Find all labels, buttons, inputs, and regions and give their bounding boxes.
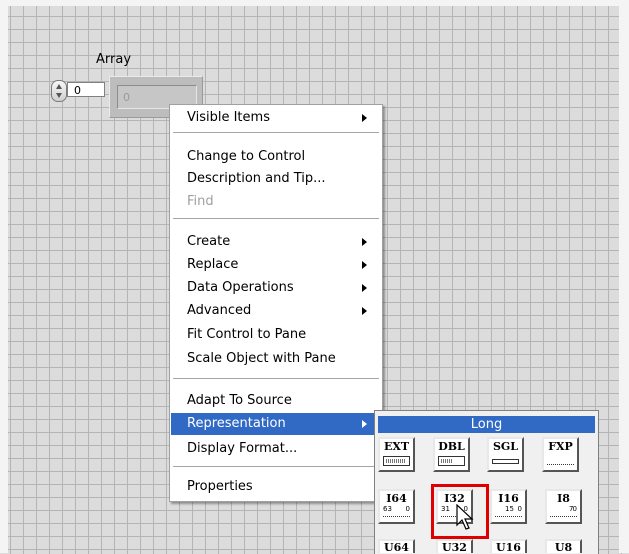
menu-item-label: Create (187, 234, 231, 249)
submenu-arrow-icon (362, 261, 367, 269)
integer-glyph-icon (495, 513, 522, 517)
menu-item-fit-control-to-pane[interactable]: Fit Control to Pane (171, 324, 381, 346)
range-low: 0 (572, 505, 577, 513)
menu-item-label: Properties (187, 479, 253, 494)
representation-fxp-button[interactable]: FXP (542, 437, 579, 472)
window-right-edge (619, 0, 629, 553)
menu-item-label: Replace (187, 257, 239, 272)
tile-label: DBL (438, 440, 465, 453)
menu-separator (173, 218, 379, 219)
context-menu: Visible Items Change to Control Descript… (169, 104, 383, 502)
tile-label: I64 (386, 492, 407, 505)
range-high: 63 (383, 505, 392, 513)
menu-item-create[interactable]: Create (171, 231, 381, 253)
submenu-arrow-icon (362, 420, 367, 428)
menu-item-label: Advanced (187, 303, 252, 318)
representation-i8-button[interactable]: I8 7 0 (545, 489, 582, 524)
menu-item-replace[interactable]: Replace (171, 254, 381, 276)
menu-item-data-operations[interactable]: Data Operations (171, 277, 381, 299)
menu-item-description-and-tip[interactable]: Description and Tip... (171, 168, 381, 190)
window-left-edge (0, 0, 8, 553)
menu-item-representation[interactable]: Representation (171, 413, 381, 435)
range-high: 15 (505, 505, 514, 513)
menu-item-label: Display Format... (187, 441, 298, 456)
menu-item-change-to-control[interactable]: Change to Control (171, 146, 381, 168)
increment-arrow-icon[interactable] (56, 84, 62, 89)
integer-glyph-icon (550, 513, 577, 517)
menu-item-properties[interactable]: Properties (171, 476, 381, 498)
numeric-glyph-icon (438, 456, 465, 466)
menu-item-find: Find (171, 191, 381, 213)
window-top-edge (0, 0, 629, 6)
menu-item-label: Find (187, 194, 214, 209)
array-label: Array (96, 52, 132, 67)
menu-item-display-format[interactable]: Display Format... (171, 438, 381, 460)
numeric-glyph-icon (492, 459, 519, 464)
tile-label: FXP (548, 440, 573, 453)
numeric-glyph-icon (383, 456, 410, 466)
representation-i16-button[interactable]: I16 15 0 (490, 489, 527, 524)
menu-separator (173, 378, 379, 379)
menu-item-label: Scale Object with Pane (187, 351, 336, 366)
submenu-arrow-icon (362, 114, 367, 122)
menu-item-label: Visible Items (187, 110, 270, 125)
menu-item-label: Data Operations (187, 280, 294, 295)
menu-item-scale-object-with-pane[interactable]: Scale Object with Pane (171, 348, 381, 370)
submenu-arrow-icon (362, 284, 367, 292)
tile-label: I16 (498, 492, 519, 505)
submenu-arrow-icon (362, 307, 367, 315)
menu-item-adapt-to-source[interactable]: Adapt To Source (171, 390, 381, 412)
representation-ext-button[interactable]: EXT (378, 437, 415, 472)
submenu-arrow-icon (362, 238, 367, 246)
palette-title: Long (378, 416, 595, 433)
tile-label: SGL (492, 440, 519, 453)
menu-item-label: Description and Tip... (187, 171, 326, 186)
menu-item-label: Representation (187, 416, 286, 431)
representation-dbl-button[interactable]: DBL (433, 437, 470, 472)
menu-separator (173, 132, 379, 133)
representation-sgl-button[interactable]: SGL (487, 437, 524, 472)
representation-u64-button[interactable]: U64 (378, 539, 415, 553)
menu-item-label: Fit Control to Pane (187, 327, 307, 342)
menu-item-visible-items[interactable]: Visible Items (171, 107, 381, 129)
index-increment-decrement-icon[interactable] (51, 80, 67, 102)
front-panel: Array 0 0 Visible Items Change to Contro… (0, 0, 629, 554)
representation-u8-button[interactable]: U8 (545, 539, 582, 553)
range-low: 0 (517, 505, 522, 513)
representation-u32-button[interactable]: U32 (436, 539, 473, 553)
menu-item-label: Adapt To Source (187, 393, 292, 408)
decrement-arrow-icon[interactable] (56, 93, 62, 98)
menu-item-advanced[interactable]: Advanced (171, 300, 381, 322)
menu-item-label: Change to Control (187, 149, 306, 164)
range-low: 0 (405, 505, 410, 513)
integer-glyph-icon (383, 513, 410, 517)
tile-label: EXT (383, 440, 410, 453)
tile-label: I8 (557, 492, 570, 505)
representation-u16-button[interactable]: U16 (490, 539, 527, 553)
representation-i64-button[interactable]: I64 63 0 (378, 489, 415, 524)
menu-separator (173, 466, 379, 467)
array-index-input[interactable]: 0 (67, 82, 105, 97)
numeric-glyph-icon (547, 461, 574, 465)
mouse-pointer-icon (456, 504, 474, 530)
